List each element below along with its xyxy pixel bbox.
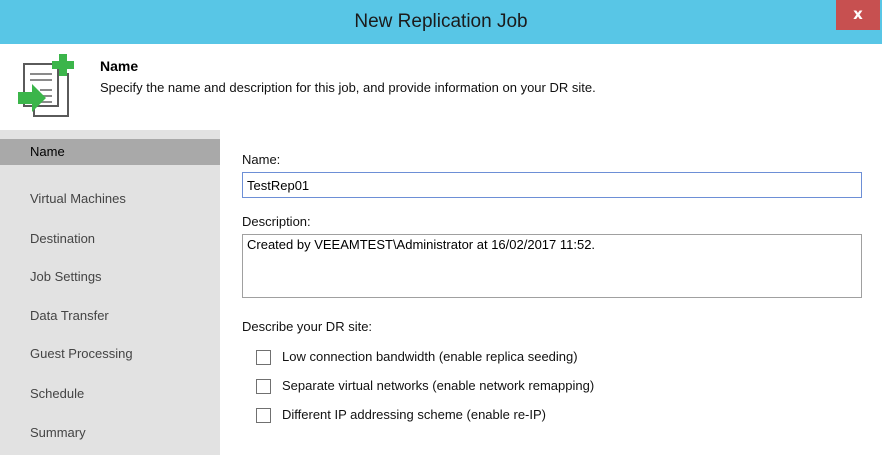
close-button[interactable]: x xyxy=(836,0,880,30)
close-icon: x xyxy=(853,5,863,23)
wizard-header: Name Specify the name and description fo… xyxy=(0,44,882,130)
title-bar: New Replication Job x xyxy=(0,0,882,44)
nav-item-summary[interactable]: Summary xyxy=(0,420,220,446)
window-title: New Replication Job xyxy=(354,11,528,32)
nav-item-destination[interactable]: Destination xyxy=(0,226,220,252)
low-bandwidth-label: Low connection bandwidth (enable replica… xyxy=(282,349,578,364)
wizard-steps-sidebar: Name Virtual Machines Destination Job Se… xyxy=(0,130,220,455)
dr-site-label: Describe your DR site: xyxy=(242,319,373,334)
nav-item-name[interactable]: Name xyxy=(0,139,220,165)
new-replication-job-icon xyxy=(18,54,74,117)
nav-item-guest-processing[interactable]: Guest Processing xyxy=(0,341,220,367)
low-bandwidth-checkbox[interactable] xyxy=(256,350,271,365)
header-title: Name xyxy=(100,58,139,74)
different-ip-label: Different IP addressing scheme (enable r… xyxy=(282,407,546,422)
wizard-main-panel: Name: Description: Created by VEEAMTEST\… xyxy=(220,130,882,455)
name-label: Name: xyxy=(242,152,281,167)
nav-item-job-settings[interactable]: Job Settings xyxy=(0,264,220,290)
different-ip-checkbox[interactable] xyxy=(256,408,271,423)
nav-item-schedule[interactable]: Schedule xyxy=(0,381,220,407)
nav-item-virtual-machines[interactable]: Virtual Machines xyxy=(0,186,220,212)
separate-networks-checkbox[interactable] xyxy=(256,379,271,394)
description-label: Description: xyxy=(242,214,311,229)
nav-item-data-transfer[interactable]: Data Transfer xyxy=(0,303,220,329)
job-description-textarea[interactable]: Created by VEEAMTEST\Administrator at 16… xyxy=(242,234,862,298)
separate-networks-label: Separate virtual networks (enable networ… xyxy=(282,378,595,393)
job-name-input[interactable] xyxy=(242,172,862,198)
header-description: Specify the name and description for thi… xyxy=(100,80,596,95)
